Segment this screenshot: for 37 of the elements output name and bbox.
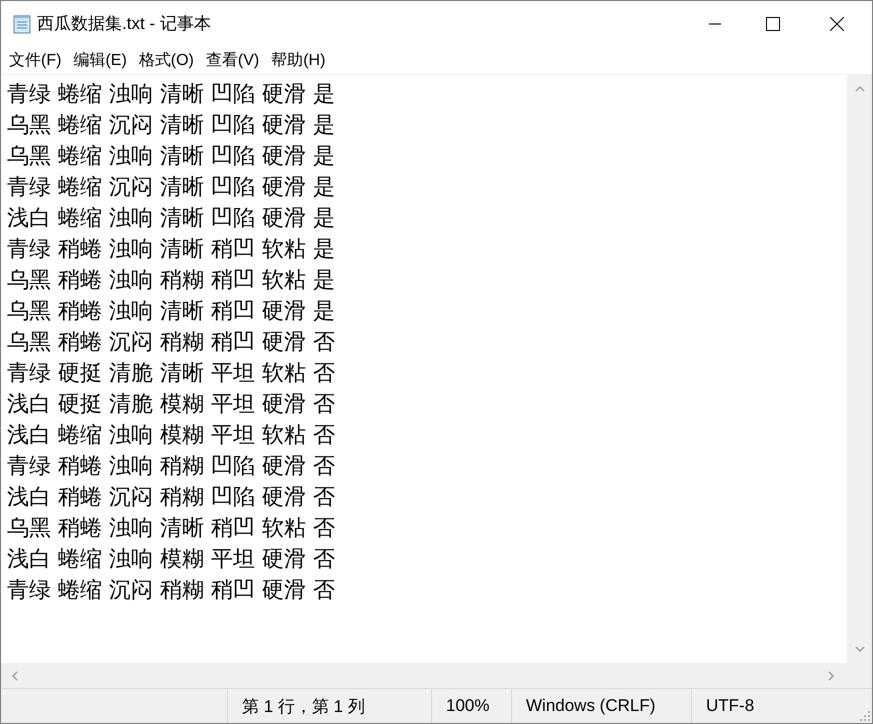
text-line: 乌黑 蜷缩 沉闷 清晰 凹陷 硬滑 是 bbox=[7, 112, 336, 140]
status-text: Windows (CRLF) bbox=[512, 689, 692, 723]
text-line: 浅白 蜷缩 浊响 模糊 平坦 软粘 否 bbox=[7, 422, 336, 450]
text-line: 青绿 稍蜷 浊响 清晰 稍凹 软粘 是 bbox=[7, 236, 336, 264]
text-line: 乌黑 稍蜷 浊响 清晰 稍凹 硬滑 是 bbox=[7, 298, 336, 326]
window-title: 西瓜数据集.txt - 记事本 bbox=[37, 13, 211, 35]
resize-grip-icon[interactable] bbox=[860, 711, 870, 721]
text-line: 乌黑 稍蜷 浊响 清晰 稍凹 软粘 否 bbox=[7, 515, 336, 543]
text-line: 青绿 蜷缩 沉闷 稍糊 稍凹 硬滑 否 bbox=[7, 577, 336, 605]
text-line: 浅白 硬挺 清脆 模糊 平坦 硬滑 否 bbox=[7, 391, 336, 419]
text-line: 浅白 稍蜷 沉闷 稍糊 凹陷 硬滑 否 bbox=[7, 484, 336, 512]
menu-item[interactable]: 格式(O) bbox=[132, 46, 200, 74]
text-line: 乌黑 稍蜷 浊响 稍糊 稍凹 软粘 是 bbox=[7, 267, 336, 295]
maximize-icon bbox=[766, 16, 780, 30]
vertical-scrollbar[interactable] bbox=[847, 75, 872, 663]
text-line: 浅白 蜷缩 浊响 模糊 平坦 硬滑 否 bbox=[7, 546, 336, 574]
horizontal-scrollbar[interactable] bbox=[1, 663, 847, 688]
scroll-down-icon[interactable] bbox=[854, 645, 864, 653]
close-icon bbox=[830, 16, 844, 30]
scroll-right-icon[interactable] bbox=[827, 670, 835, 680]
menu-item[interactable]: 帮助(H) bbox=[265, 46, 332, 74]
text-line: 乌黑 蜷缩 浊响 清晰 凹陷 硬滑 是 bbox=[7, 143, 336, 171]
text-line: 青绿 蜷缩 沉闷 清晰 凹陷 硬滑 是 bbox=[7, 174, 336, 202]
text-line: 青绿 蜷缩 浊响 清晰 凹陷 硬滑 是 bbox=[7, 81, 336, 109]
text-line: 乌黑 稍蜷 沉闷 稍糊 稍凹 硬滑 否 bbox=[7, 329, 336, 357]
menu-item[interactable]: 文件(F) bbox=[3, 46, 68, 74]
status-text: 第 1 行，第 1 列 bbox=[228, 689, 432, 723]
text-line: 浅白 蜷缩 浊响 清晰 凹陷 硬滑 是 bbox=[7, 205, 336, 233]
menu-item[interactable]: 查看(V) bbox=[200, 46, 266, 74]
scroll-left-icon[interactable] bbox=[11, 670, 19, 680]
scroll-up-icon[interactable] bbox=[854, 85, 864, 93]
text-line: 青绿 稍蜷 浊响 稍糊 凹陷 硬滑 否 bbox=[7, 453, 336, 481]
status-text: UTF-8 bbox=[705, 695, 754, 717]
text-line: 青绿 硬挺 清脆 清晰 平坦 软粘 否 bbox=[7, 360, 336, 388]
menu-item[interactable]: 编辑(E) bbox=[67, 46, 133, 74]
status-text: 100% bbox=[432, 689, 512, 723]
notepad-icon bbox=[13, 14, 31, 34]
